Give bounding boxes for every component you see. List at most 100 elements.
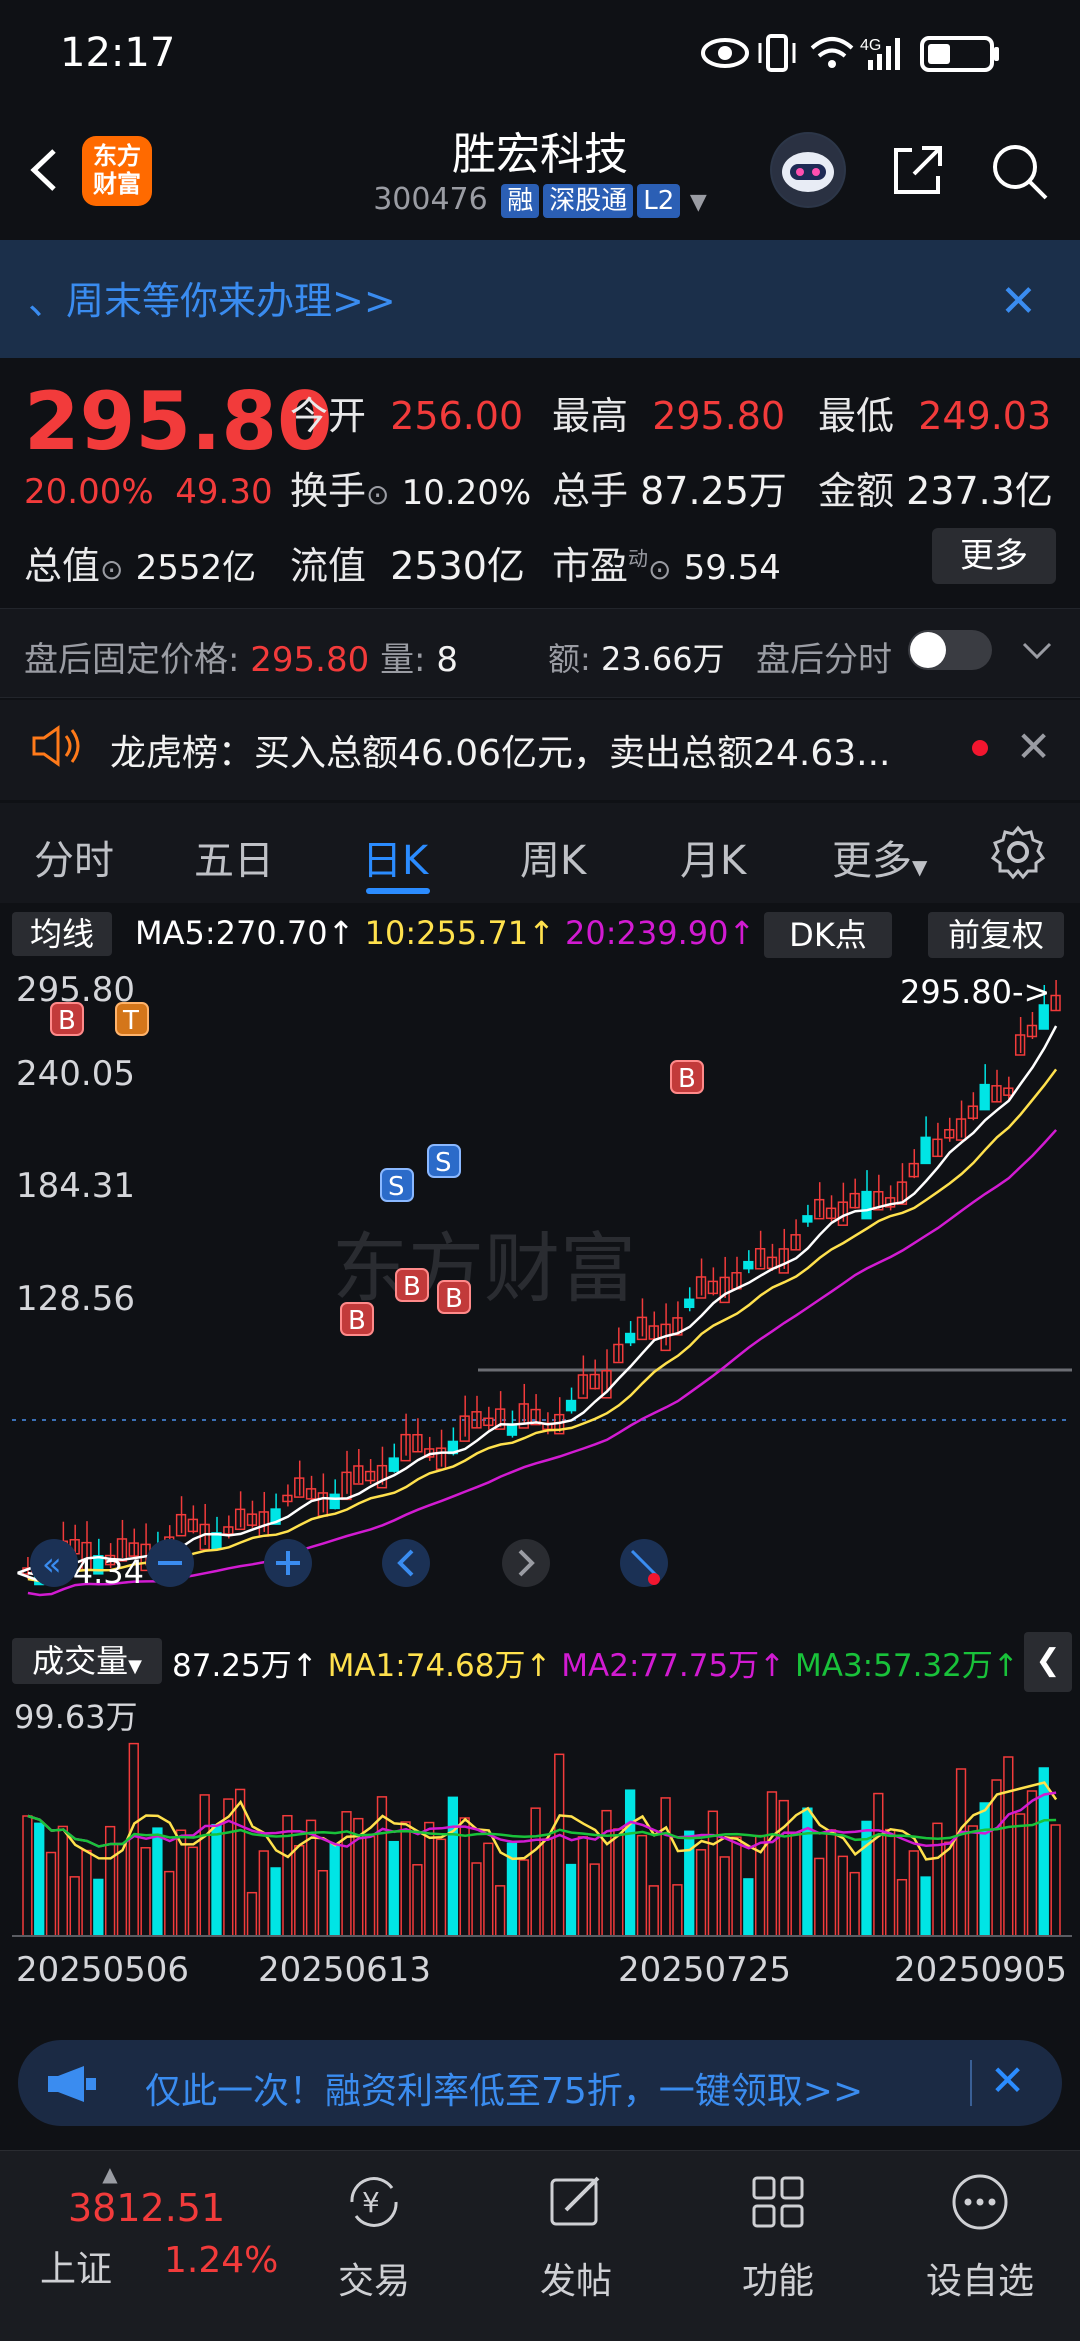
index-value[interactable]: 3812.51 — [68, 2186, 225, 2230]
volume-chart[interactable]: 99.63万 — [12, 1694, 1072, 1944]
close-icon[interactable]: ✕ — [1016, 722, 1051, 771]
volume-bar — [329, 1842, 340, 1937]
index-pct[interactable]: 1.24% — [164, 2240, 278, 2281]
volume-bar — [317, 1869, 329, 1937]
candle — [802, 1215, 813, 1223]
volume-bar — [660, 1797, 671, 1937]
fullscreen-icon[interactable] — [620, 1539, 668, 1587]
volume-bar — [1050, 1824, 1061, 1937]
volume-bar — [199, 1794, 210, 1937]
share-icon[interactable] — [888, 140, 948, 200]
search-icon[interactable] — [988, 140, 1050, 202]
status-time: 12:17 — [60, 30, 176, 76]
nav-post[interactable]: 发帖 — [496, 2170, 656, 2304]
promo-text[interactable]: 仅此一次！融资利率低至75折，一键领取>> — [145, 2062, 863, 2114]
settings-gear-icon[interactable] — [990, 824, 1046, 880]
y-label-3: 184.31 — [16, 1166, 135, 1206]
volume-bar — [613, 1828, 624, 1937]
ma-selector[interactable]: 均线 — [12, 912, 112, 956]
volume-selector[interactable]: 成交量▼ — [12, 1638, 162, 1684]
volume-bar — [542, 1838, 553, 1937]
assistant-robot-icon[interactable] — [770, 132, 846, 208]
volume-bar — [991, 1779, 1002, 1937]
chevron-down-icon[interactable] — [1020, 638, 1054, 662]
unread-dot — [972, 740, 988, 756]
more-quote-button[interactable]: 更多 — [932, 528, 1056, 584]
volume-bar — [435, 1838, 447, 1937]
info-icon: ⊙ — [366, 478, 390, 511]
volume-bar — [294, 1845, 305, 1937]
volume-bar — [743, 1878, 754, 1937]
tab-daily-k[interactable]: 日K — [362, 828, 428, 886]
volume-ma2-line — [27, 1791, 1057, 1850]
candle — [329, 1493, 340, 1510]
next-icon[interactable] — [502, 1539, 550, 1587]
volume-bar — [22, 1815, 33, 1937]
volume-bar — [69, 1876, 80, 1937]
dragon-text[interactable]: 龙虎榜：买入总额46.06亿元，卖出总额24.63... — [110, 724, 890, 776]
volume-bar — [412, 1864, 423, 1937]
volume-bar — [672, 1884, 683, 1937]
banner-text[interactable]: 、周末等你来办理>> — [28, 270, 396, 325]
tag-connect: 深股通 — [543, 184, 634, 218]
date-axis: 20250506 20250613 20250725 20250905 — [0, 1950, 1080, 1994]
watermark: 东方财富 — [332, 1224, 636, 1313]
close-icon[interactable]: ✕ — [1000, 276, 1037, 327]
buy-signal-badge: B — [395, 1268, 429, 1302]
svg-text:B: B — [348, 1306, 366, 1336]
svg-text:«: « — [42, 1545, 62, 1583]
market-cap-field: 总值⊙ 2552亿 — [24, 544, 257, 588]
sell-signal-badge: S — [427, 1144, 461, 1178]
collapse-panel-icon[interactable]: ❮ — [1024, 1632, 1072, 1692]
stock-code: 300476 — [373, 182, 488, 217]
speaker-icon — [32, 725, 80, 767]
zoom-in-icon[interactable] — [264, 1539, 312, 1587]
volume-bar — [719, 1856, 730, 1937]
zoom-out-icon[interactable] — [146, 1539, 194, 1587]
volume-bar — [175, 1829, 187, 1937]
volume-bar — [920, 1876, 931, 1937]
index-name[interactable]: 上证 — [40, 2240, 112, 2292]
tab-weekly-k[interactable]: 周K — [520, 828, 586, 886]
nav-add-watchlist[interactable]: 设自选 — [900, 2170, 1060, 2304]
chevron-down-icon: ▼ — [689, 190, 707, 215]
tab-intraday[interactable]: 分时 — [34, 828, 114, 886]
volume-bar — [565, 1863, 577, 1937]
info-icon: ⊙ — [648, 553, 672, 586]
info-icon: ⊙ — [100, 553, 124, 586]
low-field: 最低 249.03 — [818, 394, 1052, 438]
close-icon[interactable]: ✕ — [990, 2056, 1025, 2105]
grid-icon — [752, 2176, 804, 2228]
tab-monthly-k[interactable]: 月K — [680, 828, 746, 886]
date-label: 20250905 — [894, 1950, 1068, 1990]
dk-point-button[interactable]: DK点 — [764, 912, 892, 958]
nav-functions[interactable]: 功能 — [698, 2170, 858, 2304]
last-price: 295.80 — [24, 375, 333, 468]
tab-more[interactable]: 更多▼ — [832, 828, 927, 886]
tab-five-day[interactable]: 五日 — [194, 828, 274, 886]
volume-bar — [577, 1836, 589, 1937]
turnover-field: 换手⊙ 10.20% — [290, 469, 532, 513]
volume-bar — [152, 1827, 163, 1937]
yen-cycle-icon: ¥ — [350, 2177, 398, 2227]
svg-text:T: T — [122, 1006, 139, 1036]
volume-bar — [731, 1836, 742, 1937]
volume-bar — [424, 1821, 435, 1937]
volume-bar — [1003, 1756, 1014, 1937]
volume-bar — [81, 1849, 92, 1937]
kline-chart[interactable]: 东方财富 295.80 240.05 184.31 128.56 295.80-… — [12, 965, 1072, 1620]
buy-signal-badge: B — [670, 1060, 704, 1094]
prev-icon[interactable] — [382, 1539, 430, 1587]
volume-bar — [483, 1842, 494, 1937]
volume-bar — [814, 1857, 825, 1937]
date-label: 20250506 — [16, 1950, 190, 1990]
adjust-button[interactable]: 前复权 — [928, 912, 1064, 958]
volume-bar — [695, 1849, 707, 1937]
svg-text:S: S — [388, 1172, 405, 1202]
after-hours-price: 盘后固定价格: 295.80 量: 8 — [24, 640, 458, 680]
fast-back-icon[interactable]: « — [30, 1539, 78, 1587]
eye-icon — [701, 38, 749, 68]
toggle-knob — [910, 632, 946, 668]
volume-bar — [955, 1768, 967, 1937]
nav-trade[interactable]: ¥ 交易 — [294, 2170, 454, 2304]
